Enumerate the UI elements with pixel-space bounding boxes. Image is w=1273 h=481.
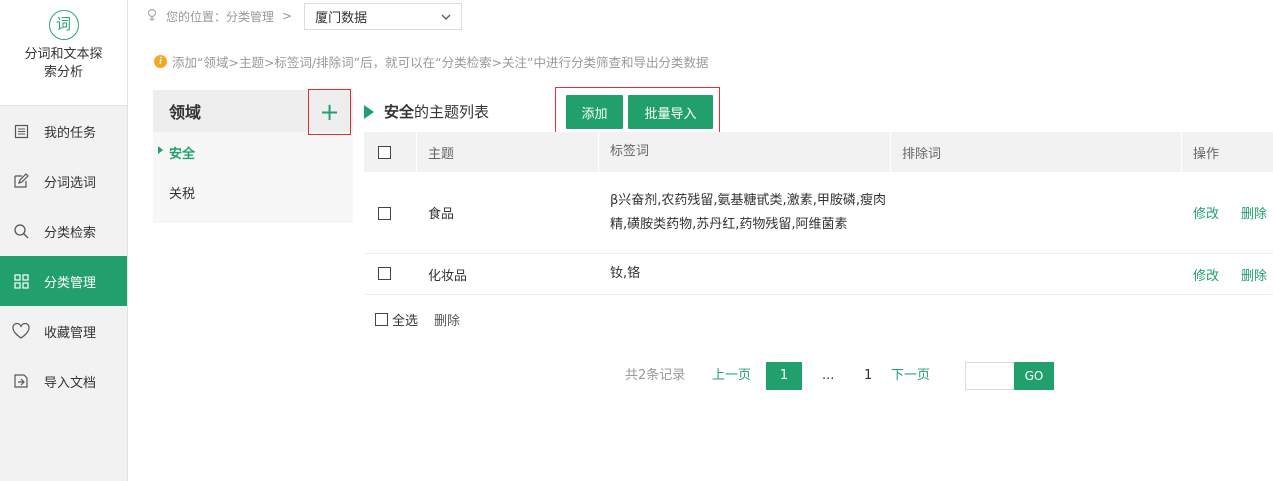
sidebar-item-label: 分词选词	[44, 175, 97, 191]
row-topic: 食品	[428, 207, 455, 222]
triangle-icon	[364, 104, 374, 119]
chevron-down-icon	[441, 9, 451, 24]
edit-icon	[12, 172, 30, 190]
list-icon	[12, 122, 30, 140]
last-page-link[interactable]: 1	[864, 362, 872, 390]
logo-icon: 词	[48, 10, 79, 40]
header-checkbox[interactable]	[378, 145, 391, 159]
sidebar-item-label: 收藏管理	[44, 325, 97, 341]
sidebar-item-favorites[interactable]: 收藏管理	[0, 306, 127, 356]
sidebar-item-search[interactable]: 分类检索	[0, 206, 127, 256]
brand: 词 分词和文本探索分析	[0, 0, 127, 106]
row-checkbox[interactable]	[378, 207, 391, 220]
breadcrumb: 您的位置： 分类管理 > 厦门数据	[146, 2, 463, 30]
row-topic: 化妆品	[428, 268, 468, 284]
bulk-import-button[interactable]: 批量导入	[628, 95, 713, 129]
location-icon	[146, 8, 158, 25]
breadcrumb-section[interactable]: 分类管理	[226, 8, 274, 25]
topic-list-suffix: 的主题列表	[414, 103, 490, 121]
search-icon	[12, 222, 30, 240]
app-title: 分词和文本探索分析	[24, 47, 103, 80]
table-row: 化妆品 钕,铬 修改 删除	[364, 254, 1273, 295]
edit-link[interactable]: 修改	[1193, 265, 1219, 284]
bulk-delete-button[interactable]: 删除	[434, 310, 460, 329]
sidebar-item-label: 分类检索	[44, 225, 97, 241]
add-topic-button[interactable]: 添加	[566, 95, 623, 129]
tip-text: 添加“领域>主题>标签词/排除词”后，就可以在“分类检索>关注”中进行分类筛查和…	[172, 55, 709, 70]
table-row: 食品 β兴奋剂,农药残留,氨基糖甙类,激素,甲胺磷,瘦肉精,磺胺类药物,苏丹红,…	[364, 172, 1273, 254]
sidebar: 词 分词和文本探索分析 我的任务 分词选词 分类检索 分类管理 收藏管理 导入文…	[0, 0, 128, 481]
info-icon: i	[154, 55, 167, 68]
topic-list-title: 安全 的主题列表	[364, 101, 489, 122]
add-domain-button[interactable]: +	[308, 89, 351, 135]
column-header-tags: 标签词	[610, 144, 650, 159]
delete-link[interactable]: 删除	[1241, 265, 1267, 284]
page-number-input[interactable]	[965, 362, 1015, 390]
sidebar-item-label: 分类管理	[44, 275, 97, 291]
pagination-ellipsis: ...	[822, 368, 835, 383]
column-header-exclude: 排除词	[902, 146, 942, 162]
row-tags: 钕,铬	[610, 266, 641, 281]
bulk-actions: 全选 删除	[375, 310, 460, 329]
edit-link[interactable]: 修改	[1193, 203, 1219, 222]
breadcrumb-separator: >	[282, 9, 293, 23]
total-records: 共2条记录	[625, 368, 686, 383]
domain-item[interactable]: 关税	[153, 172, 353, 212]
sidebar-item-tasks[interactable]: 我的任务	[0, 106, 127, 156]
current-page-button[interactable]: 1	[766, 362, 802, 390]
sidebar-item-label: 我的任务	[44, 125, 97, 141]
column-header-topic: 主题	[428, 146, 455, 162]
pagination: 共2条记录 上一页 1 ... 1 下一页 GO	[0, 362, 1273, 390]
row-tags: β兴奋剂,农药残留,氨基糖甙类,激素,甲胺磷,瘦肉精,磺胺类药物,苏丹红,药物残…	[610, 192, 886, 232]
prev-page-link[interactable]: 上一页	[712, 362, 751, 390]
dataset-select-value: 厦门数据	[315, 10, 368, 26]
domain-item[interactable]: 安全	[153, 132, 353, 172]
topic-list-domain: 安全	[384, 103, 415, 121]
row-checkbox[interactable]	[378, 267, 391, 280]
dataset-select[interactable]: 厦门数据	[304, 2, 463, 30]
grid-icon	[12, 272, 30, 290]
heart-icon	[12, 322, 30, 340]
next-page-link[interactable]: 下一页	[891, 362, 930, 390]
topic-table: 主题 标签词 排除词 操作 食品 β兴奋剂,农药残留,氨基糖甙类,激素,甲胺磷,…	[364, 132, 1273, 295]
delete-link[interactable]: 删除	[1241, 203, 1267, 222]
go-button[interactable]: GO	[1014, 362, 1054, 390]
column-header-actions: 操作	[1193, 146, 1220, 162]
select-all-checkbox[interactable]	[375, 313, 388, 326]
sidebar-item-category-manage[interactable]: 分类管理	[0, 256, 127, 306]
breadcrumb-prefix: 您的位置：	[166, 9, 227, 24]
info-tip: i 添加“领域>主题>标签词/排除词”后，就可以在“分类检索>关注”中进行分类筛…	[154, 52, 709, 71]
sidebar-item-segment[interactable]: 分词选词	[0, 156, 127, 206]
select-all-label[interactable]: 全选	[392, 310, 418, 329]
table-header: 主题 标签词 排除词 操作	[364, 132, 1273, 172]
